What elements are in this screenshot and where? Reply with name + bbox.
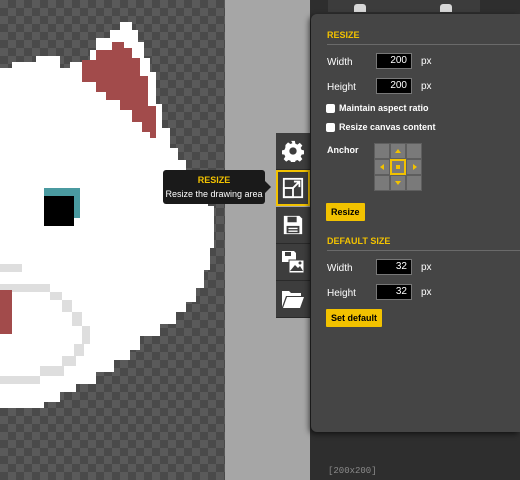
default-width-input[interactable]: 32 bbox=[376, 259, 412, 275]
top-toolbar-strip bbox=[328, 0, 480, 12]
save-image-icon bbox=[282, 251, 305, 274]
arrow-left-icon bbox=[380, 164, 384, 170]
arrow-up-icon bbox=[395, 149, 401, 153]
default-width-label: Width bbox=[327, 263, 353, 274]
export-image-tool-button[interactable] bbox=[276, 244, 310, 281]
resize-canvas-content-checkbox[interactable]: Resize canvas content bbox=[326, 122, 436, 132]
maintain-aspect-ratio-checkbox[interactable]: Maintain aspect ratio bbox=[326, 103, 429, 113]
anchor-center[interactable] bbox=[390, 159, 406, 175]
resize-panel: RESIZE Width 200 px Height 200 px Mainta… bbox=[311, 14, 520, 432]
canvas-size-status: [200x200] bbox=[328, 466, 377, 476]
resize-section-title: RESIZE bbox=[327, 30, 360, 40]
height-unit: px bbox=[421, 81, 432, 92]
save-tool-button[interactable] bbox=[276, 207, 310, 244]
section-divider bbox=[327, 44, 520, 45]
maintain-aspect-ratio-label: Maintain aspect ratio bbox=[339, 103, 429, 113]
settings-tool-button[interactable] bbox=[276, 133, 310, 170]
anchor-top-left[interactable] bbox=[374, 143, 390, 159]
anchor-bottom-right[interactable] bbox=[406, 175, 422, 191]
arrow-down-icon bbox=[395, 181, 401, 185]
default-height-label: Height bbox=[327, 288, 356, 299]
open-tool-button[interactable] bbox=[276, 281, 310, 318]
drawing-canvas[interactable] bbox=[0, 0, 225, 480]
checkbox-box[interactable] bbox=[326, 122, 335, 132]
tooltip-title: RESIZE bbox=[197, 175, 231, 185]
width-input[interactable]: 200 bbox=[376, 53, 412, 69]
anchor-right[interactable] bbox=[406, 159, 422, 175]
folder-icon bbox=[282, 291, 304, 308]
default-height-input[interactable]: 32 bbox=[376, 284, 412, 300]
arrow-right-icon bbox=[413, 164, 417, 170]
pixel-art-cat bbox=[0, 22, 214, 408]
set-default-button[interactable]: Set default bbox=[326, 309, 383, 327]
resize-button[interactable]: Resize bbox=[326, 203, 365, 221]
section-divider bbox=[327, 250, 520, 251]
anchor-bottom-left[interactable] bbox=[374, 175, 390, 191]
anchor-top-right[interactable] bbox=[406, 143, 422, 159]
height-input[interactable]: 200 bbox=[376, 78, 412, 94]
anchor-bottom[interactable] bbox=[390, 175, 406, 191]
width-unit: px bbox=[421, 56, 432, 67]
width-label: Width bbox=[327, 57, 353, 68]
default-height-unit: px bbox=[421, 287, 432, 298]
anchor-left[interactable] bbox=[374, 159, 390, 175]
default-size-section-title: DEFAULT SIZE bbox=[327, 236, 391, 246]
checkbox-box[interactable] bbox=[326, 103, 335, 113]
height-label: Height bbox=[327, 82, 356, 93]
resize-icon bbox=[282, 177, 304, 199]
default-width-unit: px bbox=[421, 262, 432, 273]
tab-handle-icon bbox=[440, 4, 452, 12]
gear-icon bbox=[282, 140, 304, 162]
anchor-center-dot bbox=[396, 165, 400, 169]
resize-tooltip: RESIZE Resize the drawing area bbox=[163, 170, 271, 204]
tooltip-description: Resize the drawing area bbox=[165, 189, 263, 199]
anchor-selector bbox=[374, 143, 422, 191]
resize-tool-button[interactable] bbox=[276, 170, 310, 206]
resize-canvas-content-label: Resize canvas content bbox=[339, 122, 436, 132]
floppy-disk-icon bbox=[283, 215, 303, 235]
tab-handle-icon bbox=[354, 4, 366, 12]
anchor-label: Anchor bbox=[327, 145, 359, 155]
anchor-top[interactable] bbox=[390, 143, 406, 159]
